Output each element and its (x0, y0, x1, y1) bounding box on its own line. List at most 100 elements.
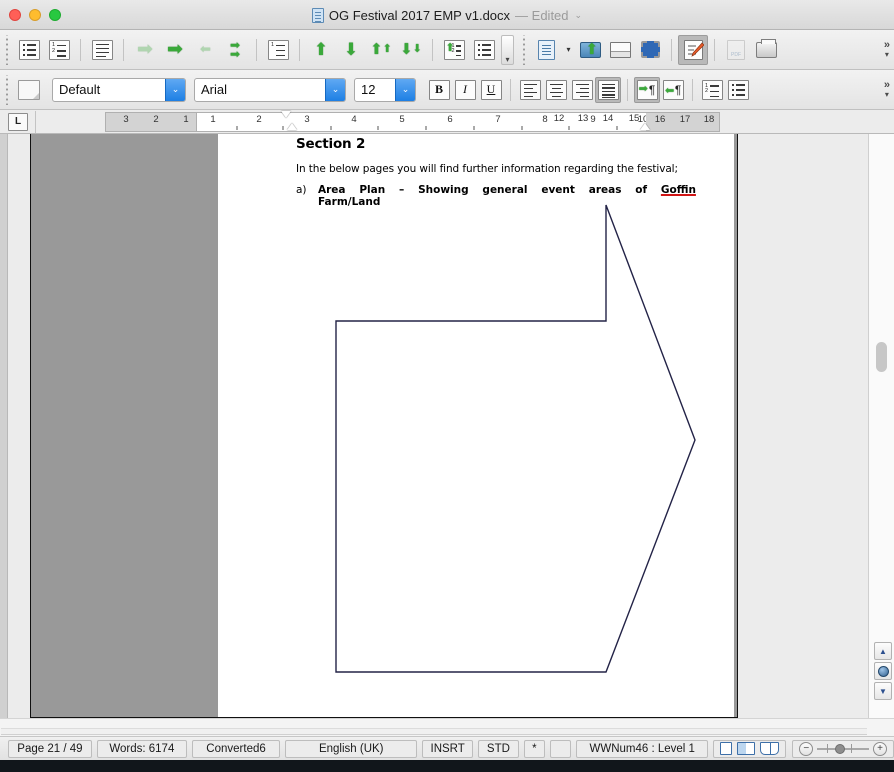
status-insert-mode[interactable]: INSRT (422, 739, 473, 758)
no-list-icon[interactable] (87, 35, 117, 65)
zoom-slider-thumb[interactable] (834, 743, 845, 754)
new-dropdown-icon[interactable]: ▾ (561, 35, 575, 65)
align-left-button[interactable] (517, 77, 543, 103)
move-down-icon[interactable]: ⬇ (336, 35, 366, 65)
font-name-combo[interactable]: Arial ⌄ (194, 77, 346, 102)
right-to-left-button[interactable]: ➡ ¶ (660, 77, 686, 103)
underline-label: U (480, 79, 502, 100)
formatting-toolbar-drag-handle[interactable] (3, 74, 12, 105)
title-chevron-down-icon[interactable]: ⌄ (575, 10, 583, 21)
new-document-icon[interactable] (531, 35, 561, 65)
left-indent-marker[interactable] (287, 123, 297, 130)
underline-button[interactable]: U (478, 77, 504, 103)
toolbar-drag-handle[interactable] (3, 34, 12, 65)
status-language[interactable]: English (UK) (285, 739, 418, 758)
promote-sub-icon[interactable]: ➡ ➡ (220, 35, 250, 65)
left-to-right-button[interactable]: ➡ ¶ (634, 76, 660, 103)
font-size-chevron-down-icon[interactable]: ⌄ (395, 78, 415, 101)
italic-button[interactable]: I (452, 77, 478, 103)
ordered-list-icon[interactable]: 1 2 (44, 35, 74, 65)
status-signature[interactable] (550, 739, 572, 758)
document-page[interactable]: Section 2 In the below pages you will fi… (218, 134, 734, 717)
zoom-in-button[interactable]: + (873, 741, 887, 756)
paragraph-style-icon[interactable] (14, 75, 44, 105)
unordered-list-icon[interactable] (14, 35, 44, 65)
sidebar-strip[interactable] (0, 134, 8, 718)
move-up-icon[interactable]: ⬆ (306, 35, 336, 65)
move-up-subpoints-icon[interactable]: ⬆ ⬆ (366, 35, 396, 65)
status-zoom-slider[interactable]: − + (792, 739, 894, 758)
font-name-chevron-down-icon[interactable]: ⌄ (325, 78, 345, 101)
toolbar1-more-button[interactable]: » ▾ (884, 40, 890, 60)
formatting-toolbar-more-button[interactable]: » ▾ (884, 80, 890, 100)
tab-stop-selector-button[interactable]: L (8, 112, 28, 131)
next-page-button[interactable]: ▼ (874, 682, 892, 700)
ruler-left-margin[interactable]: 3 2 1 (105, 112, 197, 132)
horizontal-scrollbar-track[interactable] (1, 728, 867, 735)
insert-numbered-entry-icon[interactable]: ⬆ 1 2 (439, 35, 469, 65)
paragraph-style-combo[interactable]: Default ⌄ (52, 77, 186, 102)
unordered-list-button[interactable] (725, 77, 751, 103)
status-page-number[interactable]: Page 21 / 49 (8, 739, 92, 758)
libreoffice-writer-window: OG Festival 2017 EMP v1.docx — Edited ⌄ … (0, 0, 894, 772)
horizontal-scrollbar[interactable] (0, 718, 894, 736)
right-arrow-outline[interactable] (335, 204, 696, 673)
justify-button[interactable] (595, 76, 621, 103)
save-icon[interactable] (605, 35, 635, 65)
ruler-mark: 14 (602, 113, 614, 124)
ruler-mark: 4 (351, 114, 357, 125)
edit-mode-icon[interactable] (678, 34, 708, 65)
ruler-mark: 15 (628, 113, 640, 124)
previous-page-button[interactable]: ▲ (874, 642, 892, 660)
ruler-mark: 1 (183, 114, 189, 125)
paragraph-style-chevron-down-icon[interactable]: ⌄ (165, 78, 185, 101)
ruler-mark: 8 (542, 114, 548, 125)
vertical-scrollbar[interactable]: ▲ ▼ (868, 134, 894, 718)
ruler[interactable]: L 3 2 1 1 2 3 4 5 6 7 8 9 10 12 13 14 15… (0, 110, 894, 134)
promote-right-icon[interactable]: ➡ (160, 35, 190, 65)
single-page-view-button[interactable] (720, 742, 733, 755)
print-icon[interactable] (751, 35, 781, 65)
zoom-track[interactable] (817, 743, 869, 754)
move-down-subpoints-icon[interactable]: ⬇ ⬇ (396, 35, 426, 65)
ruler-mark: 1 (210, 114, 216, 125)
desktop-background (0, 760, 894, 772)
vertical-scrollbar-thumb[interactable] (876, 342, 887, 372)
ruler-mark: 17 (679, 114, 691, 125)
status-word-count[interactable]: Words: 6174 (96, 739, 187, 758)
export-icon[interactable] (635, 35, 665, 65)
status-page-style[interactable]: Converted6 (191, 739, 281, 758)
align-center-button[interactable] (543, 77, 569, 103)
bullets-numbering-toolbar: 1 2 ➡ ➡ ➡ ➡ ➡ 1 ⬆ ⬇ ⬆ ⬆ ⬇ ⬇ ⬆ 1 2 ▾ ▾ ⬆ … (0, 30, 894, 70)
right-arrow-shape[interactable] (218, 134, 734, 717)
export-pdf-icon[interactable]: PDF (721, 35, 751, 65)
status-list-level[interactable]: WWNum46 : Level 1 (576, 739, 709, 758)
ruler-separator (35, 110, 36, 133)
status-selection-mode[interactable]: STD (478, 739, 519, 758)
toolbar-separator (123, 38, 124, 61)
demote-sub-icon[interactable]: ➡ (190, 35, 220, 65)
align-right-button[interactable] (569, 77, 595, 103)
ruler-right-margin[interactable]: 16 17 18 (646, 112, 720, 132)
ruler-mark: 12 (553, 113, 565, 124)
paragraph-style-value: Default (59, 82, 101, 97)
restart-numbering-icon[interactable] (469, 35, 499, 65)
navigation-globe-icon[interactable] (874, 662, 892, 680)
open-icon[interactable]: ⬆ (575, 35, 605, 65)
multi-page-view-button[interactable] (737, 742, 756, 755)
zoom-out-button[interactable]: − (799, 741, 814, 756)
ordered-list-button[interactable]: 1 2 (699, 77, 725, 103)
ruler-mark: 5 (399, 114, 405, 125)
font-size-combo[interactable]: 12 ⌄ (354, 77, 416, 102)
book-view-button[interactable] (760, 742, 780, 755)
right-indent-marker[interactable] (640, 123, 650, 130)
demote-left-icon[interactable]: ➡ (130, 35, 160, 65)
status-view-layout[interactable] (713, 739, 787, 758)
toolbar1-overflow-button[interactable]: ▾ (501, 34, 514, 65)
toolbar-group2-drag-handle[interactable] (520, 34, 529, 65)
first-line-indent-marker[interactable] (281, 111, 291, 118)
toolbar-separator (671, 38, 672, 61)
ordered-list-alt-icon[interactable]: 1 (263, 35, 293, 65)
status-modified-indicator[interactable]: * (523, 739, 545, 758)
bold-button[interactable]: B (426, 77, 452, 103)
